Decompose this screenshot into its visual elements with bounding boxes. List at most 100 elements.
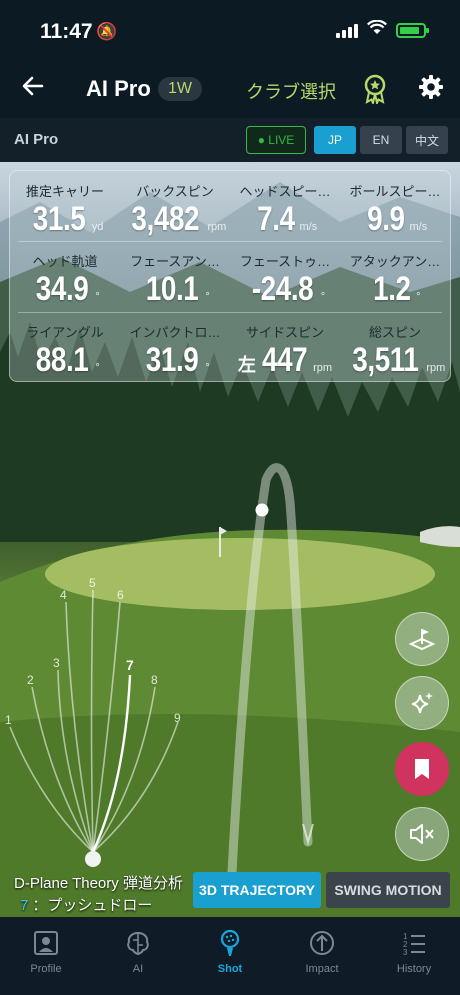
tab-profile[interactable]: Profile bbox=[0, 929, 92, 975]
metric-label: サイドスピン bbox=[245, 325, 324, 340]
club-select-link[interactable]: クラブ選択 bbox=[246, 78, 336, 104]
tab-shot[interactable]: Shot bbox=[184, 929, 276, 975]
metric-backspin: バックスピン 3,482 rpm bbox=[120, 181, 230, 239]
metric-label: ヘッドスピー… bbox=[239, 184, 331, 199]
svg-text:3: 3 bbox=[403, 948, 408, 957]
fan-label-1: 1 bbox=[5, 713, 12, 727]
fan-label-7: 7 bbox=[126, 657, 134, 673]
back-arrow-icon[interactable] bbox=[20, 73, 46, 106]
sub-header: AI Pro ● LIVE JP EN 中文 bbox=[0, 118, 460, 162]
fan-label-2: 2 bbox=[27, 673, 34, 687]
metric-value: 10.1 bbox=[145, 270, 199, 308]
metric-head-speed: ヘッドスピー… 7.4 m/s bbox=[230, 181, 340, 239]
metric-value: -24.8 bbox=[251, 270, 314, 308]
metric-value: 3,511 bbox=[351, 341, 419, 379]
metric-unit: ° bbox=[416, 291, 421, 303]
award-medal-icon[interactable] bbox=[362, 74, 388, 107]
wifi-icon bbox=[367, 19, 387, 40]
metric-unit: ° bbox=[320, 291, 326, 303]
metric-carry: 推定キャリー 31.5 yd bbox=[10, 181, 120, 239]
metric-value: 34.9 bbox=[35, 270, 89, 308]
bookmark-button[interactable] bbox=[395, 742, 449, 796]
metric-side-spin: サイドスピン 左 447 rpm bbox=[230, 322, 340, 380]
history-icon: 123 bbox=[368, 929, 460, 959]
speaker-mute-icon bbox=[410, 824, 434, 844]
metric-total-spin: 総スピン 3,511 rpm bbox=[340, 322, 450, 380]
mute-button[interactable] bbox=[395, 807, 449, 861]
metric-unit: m/s bbox=[299, 221, 318, 233]
metric-unit: rpm bbox=[313, 362, 333, 374]
metric-unit: ° bbox=[95, 291, 100, 303]
metric-value: 3,482 bbox=[131, 200, 199, 238]
course-view-button[interactable] bbox=[395, 612, 449, 666]
metric-unit: ° bbox=[95, 362, 100, 374]
fan-label-6: 6 bbox=[117, 588, 124, 602]
metric-label: アタックアン… bbox=[349, 254, 441, 269]
lang-en-button[interactable]: EN bbox=[360, 126, 402, 154]
metric-unit: ° bbox=[205, 291, 210, 303]
metric-unit: m/s bbox=[409, 221, 428, 233]
ai-sparkle-button[interactable] bbox=[395, 676, 449, 730]
dplane-title: D-Plane Theory 弾道分析 bbox=[14, 875, 183, 892]
metric-unit: yd bbox=[91, 221, 104, 233]
tab-label: History bbox=[396, 963, 432, 975]
swing-motion-button[interactable]: SWING MOTION bbox=[326, 872, 450, 908]
club-badge[interactable]: 1W bbox=[158, 77, 202, 101]
metric-value: 1.2 bbox=[373, 270, 412, 308]
status-icons bbox=[336, 19, 429, 40]
tab-impact[interactable]: Impact bbox=[276, 929, 368, 975]
metric-value: 88.1 bbox=[35, 341, 89, 379]
nav-bar: AI Pro 1W クラブ選択 bbox=[0, 60, 460, 118]
tab-ai[interactable]: AI bbox=[92, 929, 184, 975]
fan-label-3: 3 bbox=[53, 656, 60, 670]
dplane-result: 7 ：プッシュドロー bbox=[20, 894, 152, 915]
bell-slash-icon: 🔕 bbox=[96, 22, 118, 41]
metric-value: 447 bbox=[261, 341, 308, 379]
metric-ball-speed: ボールスピー… 9.9 m/s bbox=[340, 181, 450, 239]
bookmark-icon bbox=[415, 759, 429, 779]
sparkle-icon bbox=[411, 692, 433, 714]
fan-label-5: 5 bbox=[89, 576, 96, 590]
metric-label: ボールスピー… bbox=[349, 184, 441, 199]
metric-label: 総スピン bbox=[368, 325, 421, 340]
ai-brain-icon bbox=[92, 929, 184, 959]
metric-attack-angle: アタックアン… 1.2 ° bbox=[340, 251, 450, 309]
fan-label-9: 9 bbox=[174, 711, 181, 725]
metric-impact-loft: インパクトロ… 31.9 ° bbox=[120, 322, 230, 380]
page-title: AI Pro bbox=[86, 76, 151, 101]
tab-history[interactable]: 123 History bbox=[368, 929, 460, 975]
sub-title: AI Pro bbox=[14, 131, 59, 148]
metric-lie-angle: ライアングル 88.1 ° bbox=[10, 322, 120, 380]
dplane-number: 7 bbox=[20, 897, 29, 914]
metrics-divider bbox=[18, 312, 442, 313]
metric-face-angle: フェースアン… 10.1 ° bbox=[120, 251, 230, 309]
metric-value: 31.9 bbox=[145, 341, 199, 379]
battery-icon bbox=[396, 22, 429, 38]
shot-scene: 1 2 3 4 5 6 7 8 9 推定キャリー 31.5 yd バックスピン 3… bbox=[0, 162, 460, 917]
bottom-tab-bar: Profile AI Shot Impact 123 History bbox=[0, 917, 460, 995]
signal-icon bbox=[336, 22, 358, 38]
lang-jp-button[interactable]: JP bbox=[314, 126, 356, 154]
status-time: 11:47 bbox=[40, 20, 93, 43]
metric-label: インパクトロ… bbox=[129, 325, 221, 340]
metric-label: ヘッド軌道 bbox=[32, 254, 98, 269]
metric-label: フェースアン… bbox=[130, 254, 220, 269]
tab-label: Profile bbox=[30, 963, 62, 975]
shot-icon bbox=[184, 929, 276, 959]
metric-prefix: 左 bbox=[237, 355, 256, 375]
dplane-desc: ：プッシュドロー bbox=[32, 897, 153, 914]
metric-label: ライアングル bbox=[26, 325, 104, 340]
live-button[interactable]: ● LIVE bbox=[246, 126, 306, 154]
status-bar: 11:47 🔕 bbox=[0, 0, 460, 60]
3d-trajectory-button[interactable]: 3D TRAJECTORY bbox=[193, 872, 321, 908]
fan-label-8: 8 bbox=[151, 673, 158, 687]
metric-face-to-path: フェーストゥ… -24.8 ° bbox=[230, 251, 340, 309]
metric-unit: rpm bbox=[426, 362, 446, 374]
metric-label: フェーストゥ… bbox=[239, 254, 331, 269]
gear-icon[interactable] bbox=[418, 74, 444, 107]
lang-zh-button[interactable]: 中文 bbox=[406, 126, 448, 154]
metric-value: 9.9 bbox=[366, 200, 405, 238]
flag-green-icon bbox=[408, 629, 436, 651]
metric-label: 推定キャリー bbox=[25, 184, 104, 199]
metric-label: バックスピン bbox=[136, 184, 214, 199]
